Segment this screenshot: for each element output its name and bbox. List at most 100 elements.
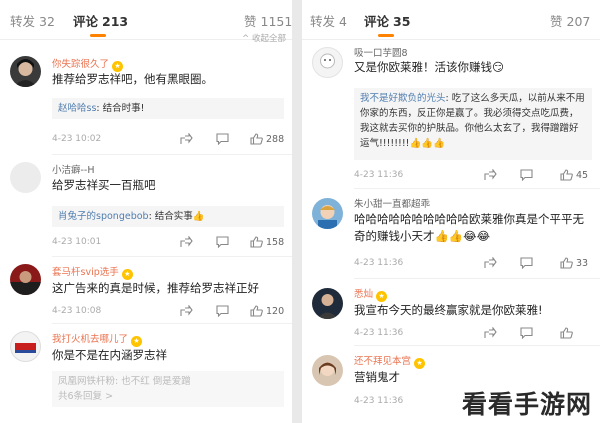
comment-username[interactable]: 小洁癖--H [52, 162, 95, 176]
like-count: 33 [576, 257, 589, 269]
reply-username[interactable]: 我不是好欺负的光头 [360, 93, 446, 104]
like-button[interactable]: 120 [250, 305, 284, 317]
tab-repost[interactable]: 转发 4 [310, 11, 347, 30]
avatar[interactable] [10, 162, 41, 193]
reply-button[interactable] [520, 257, 533, 269]
comment-username[interactable]: 你失踪很久了 ★ [52, 56, 124, 72]
tab-repost-label: 转发 [310, 14, 336, 29]
share-button[interactable] [484, 257, 497, 269]
share-icon [484, 327, 497, 338]
vip-badge-icon: ★ [131, 336, 143, 347]
divider [52, 323, 292, 324]
tab-repost-count: 4 [339, 14, 347, 29]
more-replies-link[interactable]: 共6条回复 > [58, 389, 278, 404]
reply-button[interactable] [520, 169, 533, 181]
tab-repost-label: 转发 [10, 14, 36, 29]
reply-username[interactable]: 赵哈哈ss [58, 103, 96, 114]
avatar[interactable] [10, 264, 41, 295]
divider [354, 345, 600, 346]
share-button[interactable] [484, 327, 497, 339]
username-text: 我打火机去哪儿了 [52, 334, 129, 345]
tab-likes-count: 1151 [260, 14, 292, 29]
avatar[interactable] [312, 355, 343, 386]
comment-username[interactable]: 朱小甜一直都超乖 [354, 196, 430, 210]
comment-meta: 4-23 11:36 45 [354, 169, 592, 184]
reply-button[interactable] [216, 133, 229, 145]
avatar[interactable] [10, 56, 41, 87]
reply-text: 结合实事👍 [154, 211, 205, 222]
comment-text: 又是你欧莱雅！活该你赚钱😏 [354, 60, 504, 74]
tab-likes-count: 207 [566, 14, 591, 29]
comment-bubble-icon [216, 133, 229, 145]
reply-button[interactable] [216, 236, 229, 248]
tab-likes[interactable]: 赞 207 [550, 11, 590, 30]
tab-comments[interactable]: 评论 213 [73, 11, 128, 30]
username-text: 你失踪很久了 [52, 59, 110, 70]
comment-meta: 4-23 10:01 158 [52, 236, 284, 251]
avatar[interactable] [10, 331, 41, 362]
tab-repost[interactable]: 转发 32 [10, 11, 55, 30]
comment-time: 4-23 10:08 [52, 306, 102, 316]
username-text: 还不拜见本宫 [354, 356, 412, 367]
like-button[interactable] [560, 327, 576, 339]
reply-text: 结合时事! [102, 103, 145, 114]
share-button[interactable] [180, 133, 193, 145]
vip-badge-icon: ★ [121, 269, 133, 280]
like-button[interactable]: 288 [250, 133, 284, 145]
comment-time: 4-23 10:02 [52, 134, 102, 144]
comment-meta: 4-23 11:36 33 [354, 257, 592, 272]
thumb-up-icon [560, 257, 573, 269]
site-watermark: 看看手游网 [461, 390, 592, 419]
tab-comments[interactable]: 评论 35 [364, 11, 410, 30]
reply-preview[interactable]: 我不是好欺负的光头: 吃了这么多天瓜，以前从来不用你家的东西，反正你是赢了。我必… [354, 88, 592, 160]
share-icon [484, 169, 497, 180]
username-text: 套马杆svip选手 [52, 267, 119, 278]
thumb-up-icon [560, 327, 573, 339]
share-icon [180, 133, 193, 144]
comment-meta: 4-23 10:08 120 [52, 305, 284, 320]
comment-time: 4-23 11:36 [354, 170, 404, 180]
comment-username[interactable]: 我打火机去哪儿了 ★ [52, 331, 143, 347]
reply-button[interactable] [520, 327, 533, 339]
comment-text: 我宣布今天的最终赢家就是你欧莱雅! [354, 303, 543, 317]
vip-badge-icon: ★ [414, 358, 426, 369]
divider [354, 278, 600, 279]
reply-button[interactable] [216, 305, 229, 317]
share-icon [180, 305, 193, 316]
like-button[interactable]: 33 [560, 257, 588, 269]
avatar[interactable] [312, 288, 343, 319]
reply-preview[interactable]: 肖兔子的spongebob: 结合实事👍 [52, 206, 284, 227]
avatar[interactable] [312, 198, 343, 229]
comment-bubble-icon [520, 169, 533, 181]
thumb-up-icon [250, 305, 263, 317]
avatar[interactable] [312, 47, 343, 78]
reply-preview[interactable]: 凤凰网铁杆粉: 也不红 倒是爱蹭 共6条回复 > [52, 371, 284, 407]
tab-likes[interactable]: 赞 1151 [244, 11, 292, 30]
like-button[interactable]: 45 [560, 169, 588, 181]
share-icon [484, 257, 497, 268]
comment-username[interactable]: 还不拜见本宫 ★ [354, 353, 426, 369]
reply-preview[interactable]: 赵哈哈ss: 结合时事! [52, 98, 284, 119]
comment-meta: 4-23 11:36 [354, 327, 592, 342]
comment-text: 营销鬼才 [354, 370, 400, 384]
right-tab-bar: 转发 4 评论 35 赞 207 [302, 0, 600, 40]
comment-meta: 4-23 10:02 288 [52, 133, 284, 148]
collapse-all-link[interactable]: ^ 收起全部 [242, 32, 286, 44]
comment-username[interactable]: 悉灿 ★ [354, 286, 388, 302]
divider [52, 154, 292, 155]
share-button[interactable] [180, 236, 193, 248]
comment-username[interactable]: 套马杆svip选手 ★ [52, 264, 133, 280]
divider [52, 256, 292, 257]
comment-text: 你是不是在内涵罗志祥 [52, 348, 167, 362]
share-button[interactable] [180, 305, 193, 317]
tab-likes-label: 赞 [550, 14, 563, 29]
comment-bubble-icon [216, 305, 229, 317]
like-button[interactable]: 158 [250, 236, 284, 248]
share-button[interactable] [484, 169, 497, 181]
tab-likes-label: 赞 [244, 14, 257, 29]
tab-comments-count: 213 [102, 14, 129, 29]
reply-username[interactable]: 肖兔子的spongebob [58, 211, 149, 222]
like-count: 158 [266, 236, 285, 248]
reply-username[interactable]: 凤凰网铁杆粉 [58, 376, 115, 387]
comment-username[interactable]: 吸一口芋圆8 [354, 45, 408, 59]
